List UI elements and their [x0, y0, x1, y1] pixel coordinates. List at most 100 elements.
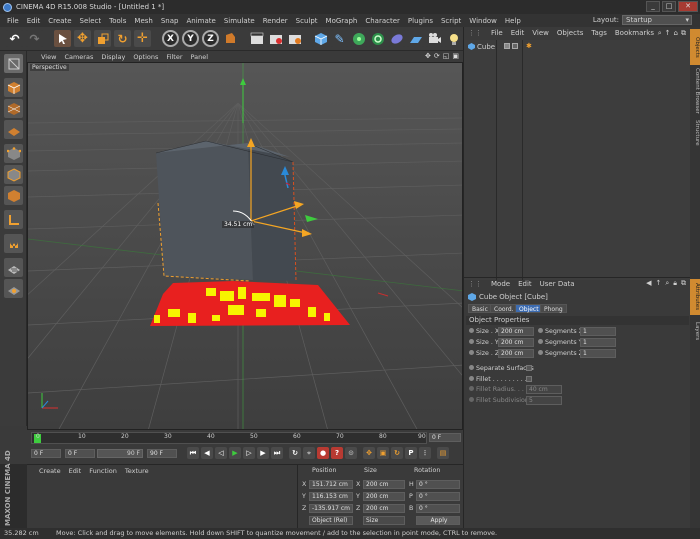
- size-y-prop-field[interactable]: 200 cm: [498, 338, 534, 347]
- coord-mode-dropdown[interactable]: Object (Rel): [309, 516, 353, 525]
- array-icon[interactable]: [369, 30, 386, 47]
- menu-plugins[interactable]: Plugins: [404, 17, 437, 25]
- om-new-view-icon[interactable]: ⧉: [681, 29, 686, 38]
- viewport-menu-filter[interactable]: Filter: [162, 53, 186, 61]
- close-button[interactable]: ✕: [678, 1, 698, 12]
- snapping-icon[interactable]: [4, 234, 23, 253]
- menu-animate[interactable]: Animate: [182, 17, 219, 25]
- coordinate-system-icon[interactable]: [222, 30, 239, 47]
- om-up-icon[interactable]: ↑: [665, 29, 671, 38]
- undo-icon[interactable]: ↶: [6, 30, 23, 47]
- maximize-button[interactable]: □: [662, 1, 676, 12]
- rot-b-field[interactable]: 0 °: [416, 504, 460, 513]
- key-scale-icon[interactable]: ▣: [377, 447, 389, 459]
- maximize-view-icon[interactable]: ▣: [452, 52, 459, 60]
- polygons-mode-icon[interactable]: [4, 186, 23, 205]
- om-menu-edit[interactable]: Edit: [508, 29, 528, 37]
- scale-tool-icon[interactable]: [94, 30, 111, 47]
- model-mode-icon[interactable]: [4, 78, 23, 97]
- menu-snap[interactable]: Snap: [157, 17, 183, 25]
- menu-file[interactable]: File: [3, 17, 23, 25]
- menu-tools[interactable]: Tools: [105, 17, 130, 25]
- size-x-field[interactable]: 200 cm: [363, 480, 405, 489]
- menu-mesh[interactable]: Mesh: [130, 17, 156, 25]
- om-menu-objects[interactable]: Objects: [554, 29, 586, 37]
- size-z-field[interactable]: 200 cm: [363, 504, 405, 513]
- play-icon[interactable]: ▶: [229, 447, 241, 459]
- apply-button[interactable]: Apply: [416, 516, 460, 525]
- light-icon[interactable]: [445, 30, 462, 47]
- next-frame-icon[interactable]: ▷: [243, 447, 255, 459]
- render-view-icon[interactable]: [248, 30, 265, 47]
- autokey-icon[interactable]: ?: [331, 447, 343, 459]
- material-menu-edit[interactable]: Edit: [69, 467, 82, 475]
- key-rotation-icon[interactable]: ↻: [391, 447, 403, 459]
- material-menu-texture[interactable]: Texture: [125, 467, 149, 475]
- move-tool-icon[interactable]: ✥: [74, 30, 91, 47]
- live-selection-icon[interactable]: [54, 30, 71, 47]
- tab-basic[interactable]: Basic: [468, 304, 492, 313]
- edges-mode-icon[interactable]: [4, 165, 23, 184]
- fillet-radius-field[interactable]: 40 cm: [526, 385, 562, 394]
- points-mode-icon[interactable]: [4, 144, 23, 163]
- am-menu-user-data[interactable]: User Data: [537, 280, 578, 288]
- size-z-prop-field[interactable]: 200 cm: [498, 349, 534, 358]
- viewport-menu-view[interactable]: View: [37, 53, 60, 61]
- viewport-menu-panel[interactable]: Panel: [187, 53, 213, 61]
- keyframe-selection-icon[interactable]: ⊙: [345, 447, 357, 459]
- timeline-window-icon[interactable]: ▤: [437, 447, 449, 459]
- next-key-icon[interactable]: ▶: [257, 447, 269, 459]
- cube-primitive-icon[interactable]: [312, 30, 329, 47]
- render-picture-viewer-icon[interactable]: [267, 30, 284, 47]
- size-x-prop-field[interactable]: 200 cm: [498, 327, 534, 336]
- deformer-icon[interactable]: [388, 30, 405, 47]
- axis-mode-icon[interactable]: [4, 210, 23, 229]
- tab-object[interactable]: Object: [515, 304, 543, 313]
- key-pla-icon[interactable]: ⋮: [419, 447, 431, 459]
- min-frame-field[interactable]: 0 F: [65, 449, 95, 458]
- viewport-menu-cameras[interactable]: Cameras: [60, 53, 97, 61]
- coord-size-dropdown[interactable]: Size: [363, 516, 405, 525]
- seg-x-prop-field[interactable]: 1: [580, 327, 616, 336]
- viewport-menu-display[interactable]: Display: [97, 53, 129, 61]
- am-back-icon[interactable]: ◀: [646, 279, 651, 288]
- om-menu-bookmarks[interactable]: Bookmarks: [612, 29, 657, 37]
- side-tab-content-browser[interactable]: Content Browser: [690, 67, 700, 115]
- pan-view-icon[interactable]: ✥: [425, 52, 431, 60]
- pos-z-field[interactable]: -135.917 cm: [309, 504, 353, 513]
- workplane-mode-icon[interactable]: [4, 120, 23, 139]
- am-new-icon[interactable]: ⧉: [681, 279, 686, 288]
- scene-floor-icon[interactable]: [407, 30, 424, 47]
- menu-edit[interactable]: Edit: [23, 17, 45, 25]
- rotate-tool-icon[interactable]: ↻: [114, 30, 131, 47]
- nurbs-icon[interactable]: [350, 30, 367, 47]
- pos-y-field[interactable]: 116.153 cm: [309, 492, 353, 501]
- material-menu-function[interactable]: Function: [89, 467, 117, 475]
- prev-key-icon[interactable]: ◀: [201, 447, 213, 459]
- axis-y-lock-button[interactable]: Y: [182, 30, 199, 47]
- key-icon[interactable]: ⌖: [303, 447, 315, 459]
- range-slider[interactable]: 90 F: [97, 449, 143, 458]
- perspective-viewport[interactable]: Perspective 34.51 cm: [27, 62, 463, 430]
- render-settings-icon[interactable]: [286, 30, 303, 47]
- menu-window[interactable]: Window: [465, 17, 501, 25]
- menu-simulate[interactable]: Simulate: [220, 17, 259, 25]
- camera-icon[interactable]: [426, 30, 443, 47]
- seg-y-prop-field[interactable]: 1: [580, 338, 616, 347]
- prev-frame-icon[interactable]: ◁: [215, 447, 227, 459]
- spline-pen-icon[interactable]: ✎: [331, 30, 348, 47]
- layout-dropdown[interactable]: Startup ▾: [622, 15, 692, 25]
- side-tab-attributes[interactable]: Attributes: [690, 279, 700, 315]
- menu-script[interactable]: Script: [437, 17, 465, 25]
- om-menu-view[interactable]: View: [529, 29, 552, 37]
- redo-icon[interactable]: ↷: [26, 30, 43, 47]
- menu-help[interactable]: Help: [501, 17, 525, 25]
- orbit-view-icon[interactable]: ⟳: [434, 52, 440, 60]
- loop-icon[interactable]: ↻: [289, 447, 301, 459]
- rot-p-field[interactable]: 0 °: [416, 492, 460, 501]
- om-menu-tags[interactable]: Tags: [588, 29, 610, 37]
- make-editable-icon[interactable]: [4, 54, 23, 73]
- rot-h-field[interactable]: 0 °: [416, 480, 460, 489]
- pos-x-field[interactable]: 151.712 cm: [309, 480, 353, 489]
- record-icon[interactable]: ●: [317, 447, 329, 459]
